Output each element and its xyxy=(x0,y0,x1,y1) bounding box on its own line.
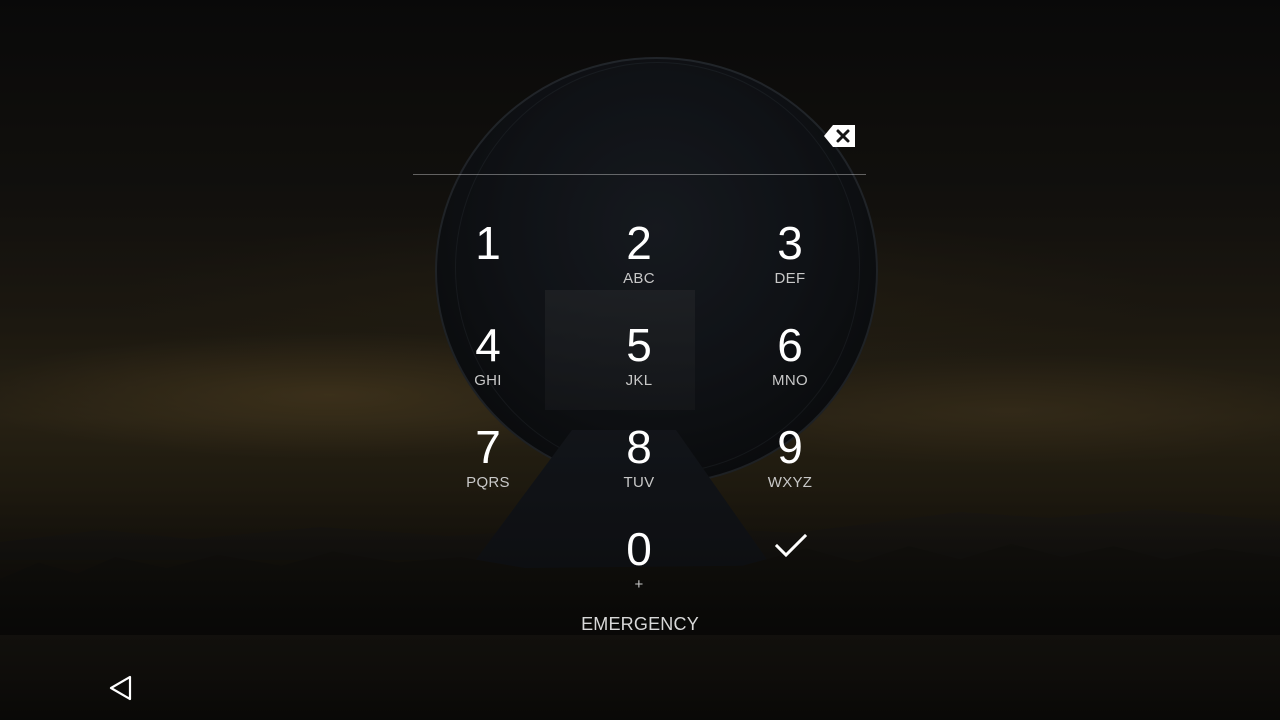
key-6[interactable]: 6 MNO xyxy=(735,304,845,394)
key-letters: TUV xyxy=(623,474,655,491)
key-3[interactable]: 3 DEF xyxy=(735,202,845,292)
back-triangle-icon xyxy=(109,675,132,701)
key-letters: WXYZ xyxy=(767,474,813,491)
key-5[interactable]: 5 JKL xyxy=(584,304,694,394)
pin-entry-field[interactable] xyxy=(413,174,866,175)
key-digit: 6 xyxy=(777,319,803,371)
confirm-button[interactable] xyxy=(760,520,820,572)
backspace-icon xyxy=(824,125,855,147)
key-digit: 8 xyxy=(626,421,652,473)
key-digit: 2 xyxy=(626,217,652,269)
key-letters: MNO xyxy=(772,372,808,389)
key-digit: 3 xyxy=(777,217,803,269)
key-8[interactable]: 8 TUV xyxy=(584,406,694,496)
backspace-button[interactable] xyxy=(820,120,860,152)
key-digit: 4 xyxy=(475,319,501,371)
key-digit: 9 xyxy=(777,421,803,473)
key-0[interactable]: 0 + xyxy=(584,508,694,598)
key-digit: 1 xyxy=(475,217,501,269)
key-letters: JKL xyxy=(625,372,653,389)
key-digit: 0 xyxy=(626,523,652,575)
emergency-call-button[interactable]: EMERGENCY xyxy=(560,610,720,638)
key-letters: PQRS xyxy=(466,474,510,491)
key-9[interactable]: 9 WXYZ xyxy=(735,406,845,496)
key-letters: ABC xyxy=(623,270,655,287)
key-1[interactable]: 1 xyxy=(433,202,543,292)
key-digit: 5 xyxy=(626,319,652,371)
key-4[interactable]: 4 GHI xyxy=(433,304,543,394)
key-digit: 7 xyxy=(475,421,501,473)
key-2[interactable]: 2 ABC xyxy=(584,202,694,292)
key-letters: + xyxy=(634,576,644,593)
key-7[interactable]: 7 PQRS xyxy=(433,406,543,496)
key-letters: GHI xyxy=(474,372,502,389)
checkmark-icon xyxy=(774,533,808,558)
nav-back-button[interactable] xyxy=(100,668,142,710)
key-letters: DEF xyxy=(774,270,806,287)
